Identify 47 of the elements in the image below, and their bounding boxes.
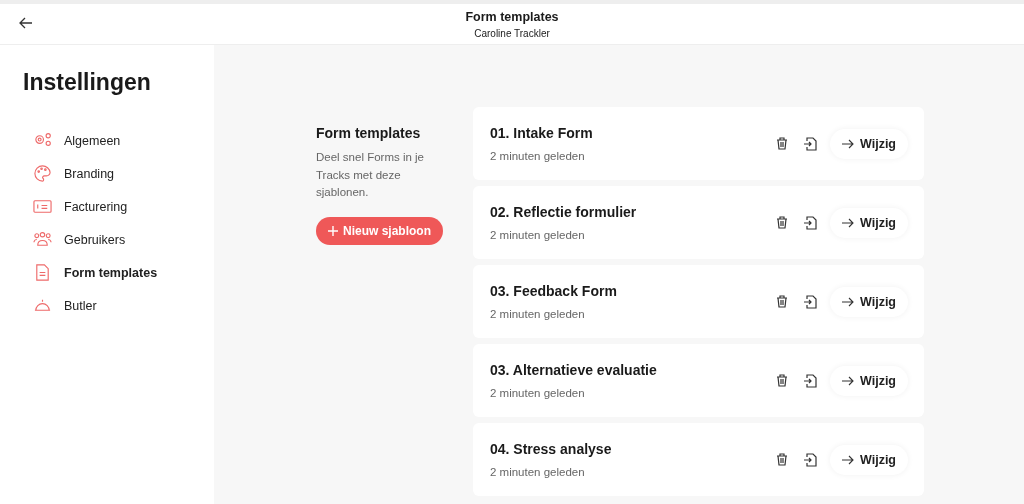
edit-button[interactable]: Wijzig (830, 444, 908, 475)
template-updated: 2 minuten geleden (490, 150, 586, 162)
arrow-right-icon (842, 217, 854, 228)
file-import-icon (804, 136, 817, 151)
template-updated: 2 minuten geleden (490, 387, 586, 399)
sidebar-title: Instellingen (23, 69, 152, 96)
trash-icon (776, 137, 788, 150)
arrow-right-icon (842, 454, 854, 465)
template-name: 03. Alternatieve evaluatie (490, 362, 658, 378)
file-import-icon (804, 452, 817, 467)
trash-icon (776, 374, 788, 387)
sidebar-item[interactable]: Facturering (23, 190, 128, 223)
user-name: Caroline Trackler (473, 27, 551, 39)
template-updated: 2 minuten geleden (490, 229, 586, 241)
template-name: 01. Intake Form (490, 125, 594, 141)
template-updated: 2 minuten geleden (490, 466, 586, 478)
back-icon (18, 15, 34, 31)
arrow-right-icon (842, 375, 854, 386)
file-import-icon (804, 294, 817, 309)
sidebar-item[interactable]: Branding (23, 157, 115, 190)
sidebar-item[interactable]: Butler (23, 289, 97, 322)
page-title: Form templates (465, 9, 559, 24)
file-import-icon (804, 215, 817, 230)
sidebar-item[interactable]: Algemeen (23, 124, 121, 157)
sidebar-item[interactable]: Gebruikers (23, 223, 126, 256)
template-name: 03. Feedback Form (490, 283, 618, 299)
template-name: 04. Stress analyse (490, 441, 613, 457)
palette-icon (33, 164, 52, 183)
section-description: Deel snel Forms in je Tracks met deze sjablonen. (316, 150, 425, 200)
sidebar-item[interactable]: Form templates (23, 256, 158, 289)
file-import-icon (804, 373, 817, 388)
template-updated: 2 minuten geleden (490, 308, 586, 320)
section-title: Form templates (316, 125, 422, 141)
edit-button[interactable]: Wijzig (830, 128, 908, 159)
arrow-right-icon (842, 138, 854, 149)
edit-button[interactable]: Wijzig (830, 207, 908, 238)
plus-icon (328, 225, 338, 236)
template-name: 02. Reflectie formulier (490, 204, 638, 220)
users-icon (33, 230, 52, 249)
invoice-icon (33, 197, 52, 216)
trash-icon (776, 453, 788, 466)
edit-button[interactable]: Wijzig (830, 365, 908, 396)
trash-icon (776, 295, 788, 308)
document-icon (33, 263, 52, 282)
arrow-right-icon (842, 296, 854, 307)
edit-button[interactable]: Wijzig (830, 286, 908, 317)
trash-icon (776, 216, 788, 229)
